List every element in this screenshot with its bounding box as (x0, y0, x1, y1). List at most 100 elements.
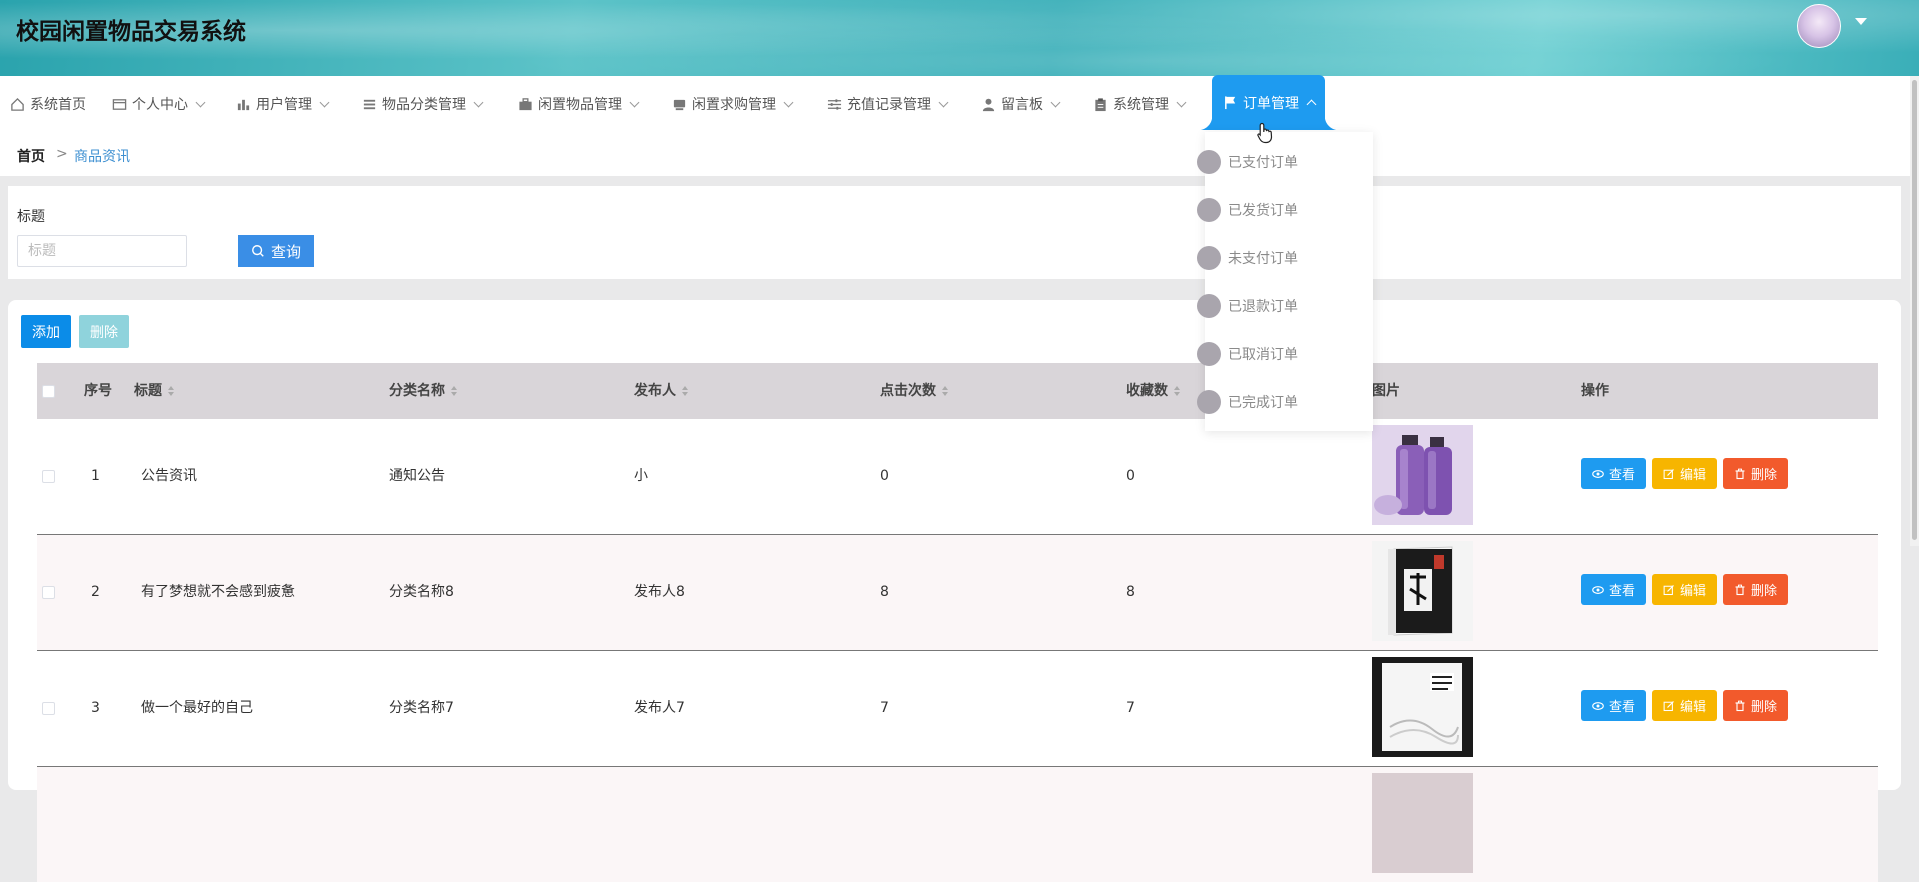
sort-icon[interactable] (1174, 386, 1181, 396)
nav-label: 物品分类管理 (382, 97, 466, 113)
sliders-icon (826, 96, 842, 112)
cell-publisher: 发布人8 (634, 584, 685, 600)
dropdown-item-unpaid-orders[interactable]: 未支付订单 (1197, 234, 1373, 282)
bulk-delete-button[interactable]: 删除 (79, 315, 129, 348)
page-scrollbar-thumb[interactable] (1912, 80, 1917, 540)
row-checkbox[interactable] (42, 586, 55, 599)
nav-label: 系统管理 (1113, 97, 1169, 113)
nav-item-users[interactable]: 用户管理 (235, 76, 330, 132)
dropdown-item-shipped-orders[interactable]: 已发货订单 (1197, 186, 1373, 234)
menu-dot-icon (1197, 294, 1221, 318)
nav-label: 用户管理 (256, 97, 312, 113)
list-icon (361, 96, 377, 112)
edit-icon (1663, 468, 1674, 479)
cell-favorites: 7 (1126, 700, 1135, 716)
add-button[interactable]: 添加 (21, 315, 71, 348)
col-image: 图片 (1372, 383, 1400, 399)
cell-clicks: 7 (880, 700, 889, 716)
row-actions: 查看 编辑 删除 (1581, 458, 1794, 489)
product-image (1372, 425, 1473, 525)
user-icon (980, 96, 996, 112)
edit-button[interactable]: 编辑 (1652, 458, 1718, 489)
row-checkbox[interactable] (42, 470, 55, 483)
sort-icon[interactable] (942, 386, 949, 396)
chevron-down-icon (629, 97, 640, 107)
cell-title: 做一个最好的自己 (141, 700, 253, 716)
nav-label: 系统首页 (30, 97, 86, 113)
sort-icon[interactable] (451, 386, 458, 396)
home-icon (9, 96, 25, 112)
nav-label: 闲置物品管理 (538, 97, 622, 113)
dropdown-item-refunded-orders[interactable]: 已退款订单 (1197, 282, 1373, 330)
select-all-checkbox[interactable] (42, 385, 55, 398)
edit-icon (1663, 700, 1674, 711)
row-actions: 查看 编辑 删除 (1581, 574, 1794, 605)
breadcrumb-separator: > (56, 146, 68, 162)
table-row: 2 有了梦想就不会感到疲惫 分类名称8 发布人8 8 8 查看 编辑 删除 (37, 535, 1878, 651)
chevron-down-icon (783, 97, 794, 107)
search-icon (252, 245, 264, 257)
cell-publisher: 发布人7 (634, 700, 685, 716)
nav-label: 订单管理 (1243, 95, 1299, 112)
breadcrumb-home[interactable]: 首页 (17, 146, 45, 166)
delete-button[interactable]: 删除 (1723, 690, 1789, 721)
bar-chart-icon (235, 96, 251, 112)
nav-label: 闲置求购管理 (692, 97, 776, 113)
dropdown-item-cancelled-orders[interactable]: 已取消订单 (1197, 330, 1373, 378)
title-search-input[interactable] (17, 235, 187, 267)
user-avatar[interactable] (1797, 4, 1841, 48)
table-row: 1 公告资讯 通知公告 小 0 0 查看 编辑 删除 (37, 419, 1878, 535)
chevron-down-icon (1176, 97, 1187, 107)
cell-index: 2 (91, 584, 100, 600)
col-favorites[interactable]: 收藏数 (1126, 363, 1181, 419)
nav-label: 充值记录管理 (847, 97, 931, 113)
menu-dot-icon (1197, 150, 1221, 174)
profile-card-icon (111, 96, 127, 112)
col-clicks[interactable]: 点击次数 (880, 363, 949, 419)
col-category[interactable]: 分类名称 (389, 363, 458, 419)
clipboard-icon (1092, 96, 1108, 112)
cell-favorites: 8 (1126, 584, 1135, 600)
nav-item-recharge[interactable]: 充值记录管理 (826, 76, 949, 132)
delete-button[interactable]: 删除 (1723, 458, 1789, 489)
view-button[interactable]: 查看 (1581, 690, 1647, 721)
nav-item-profile[interactable]: 个人中心 (111, 76, 206, 132)
eye-icon (1592, 585, 1604, 594)
sort-icon[interactable] (168, 386, 175, 396)
cell-category: 分类名称7 (389, 700, 454, 716)
nav-item-purchase-requests[interactable]: 闲置求购管理 (671, 76, 794, 132)
col-publisher[interactable]: 发布人 (634, 363, 689, 419)
nav-item-idle-items[interactable]: 闲置物品管理 (517, 76, 640, 132)
nav-item-home[interactable]: 系统首页 (9, 76, 86, 132)
cell-publisher: 小 (634, 468, 648, 484)
dropdown-item-paid-orders[interactable]: 已支付订单 (1197, 138, 1373, 186)
cell-title: 公告资讯 (141, 468, 197, 484)
cell-clicks: 0 (880, 468, 889, 484)
menu-dot-icon (1197, 198, 1221, 222)
menu-dot-icon (1197, 390, 1221, 414)
nav-item-system[interactable]: 系统管理 (1092, 76, 1187, 132)
main-nav: 系统首页 个人中心 用户管理 物品分类管理 闲置物品管理 闲置求购管理 充值记录… (0, 75, 1910, 132)
view-button[interactable]: 查看 (1581, 458, 1647, 489)
nav-item-category[interactable]: 物品分类管理 (361, 76, 484, 132)
product-image (1372, 541, 1473, 641)
table-row (37, 767, 1878, 882)
edit-button[interactable]: 编辑 (1652, 574, 1718, 605)
sort-icon[interactable] (682, 386, 689, 396)
search-button[interactable]: 查询 (238, 235, 314, 267)
nav-item-message-board[interactable]: 留言板 (980, 76, 1061, 132)
delete-button[interactable]: 删除 (1723, 574, 1789, 605)
row-checkbox[interactable] (42, 702, 55, 715)
flag-icon (1222, 95, 1238, 111)
app-title: 校园闲置物品交易系统 (16, 19, 246, 45)
cell-title: 有了梦想就不会感到疲惫 (141, 584, 295, 600)
dropdown-item-completed-orders[interactable]: 已完成订单 (1197, 378, 1373, 426)
briefcase-icon (517, 96, 533, 112)
edit-button[interactable]: 编辑 (1652, 690, 1718, 721)
product-image (1372, 657, 1473, 757)
col-title[interactable]: 标题 (134, 363, 175, 419)
view-button[interactable]: 查看 (1581, 574, 1647, 605)
eye-icon (1592, 701, 1604, 710)
cell-clicks: 8 (880, 584, 889, 600)
avatar-caret-icon[interactable] (1855, 18, 1867, 25)
